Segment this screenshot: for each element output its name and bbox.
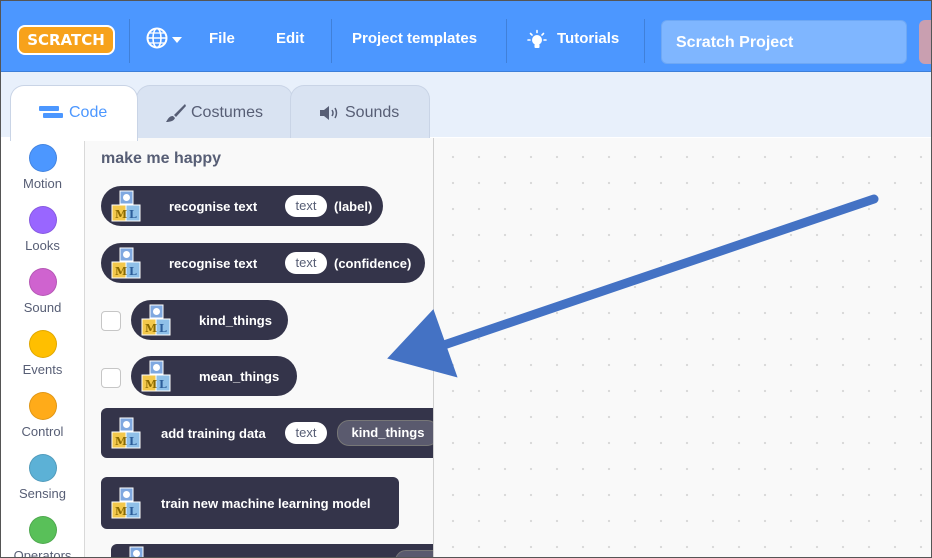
code-blocks-icon xyxy=(39,106,63,118)
tab-sounds[interactable]: Sounds xyxy=(290,85,430,139)
text-input-slot[interactable]: text xyxy=(285,252,327,274)
category-looks[interactable]: Looks xyxy=(1,206,84,253)
category-label: Looks xyxy=(25,238,60,253)
globe-icon[interactable] xyxy=(146,27,168,49)
kind-things-dropdown[interactable]: kind_things xyxy=(337,420,433,446)
blocks-palette: make me happy M L recognise text text (l… xyxy=(85,138,434,557)
recognise-text-label-block[interactable]: M L recognise text text (label) xyxy=(101,186,383,226)
category-motion[interactable]: Motion xyxy=(1,144,84,191)
category-sensing[interactable]: Sensing xyxy=(1,454,84,501)
block-suffix: (label) xyxy=(334,199,373,214)
operators-color-dot xyxy=(28,516,57,544)
events-color-dot xyxy=(28,330,57,358)
block-text: recognise text xyxy=(169,199,258,214)
input-slot[interactable] xyxy=(395,550,433,557)
looks-color-dot xyxy=(28,206,57,234)
tab-costumes-label: Costumes xyxy=(191,104,264,121)
menu-divider xyxy=(644,19,645,63)
block-text: add training data xyxy=(161,426,266,441)
ml-extension-icon: M L xyxy=(111,487,141,519)
speaker-icon xyxy=(320,106,338,120)
script-area[interactable] xyxy=(434,138,931,557)
tab-code[interactable]: Code xyxy=(10,85,138,141)
svg-text:L: L xyxy=(129,265,137,278)
block-text: train new machine learning model xyxy=(161,496,371,511)
add-training-data-block[interactable]: M L add training data text kind_things xyxy=(101,408,433,458)
menu-divider xyxy=(331,19,332,63)
text-input-slot[interactable]: text xyxy=(285,422,327,444)
tab-sounds-label: Sounds xyxy=(345,104,400,121)
recognise-text-confidence-block[interactable]: M L recognise text text (confidence) xyxy=(101,243,425,283)
block-suffix: (confidence) xyxy=(334,256,412,271)
category-label: Control xyxy=(21,424,64,439)
menu-divider xyxy=(129,19,130,63)
lightbulb-icon xyxy=(527,29,547,48)
category-control[interactable]: Control xyxy=(1,392,84,439)
svg-text:L: L xyxy=(129,435,137,448)
train-model-block[interactable]: M L train new machine learning model xyxy=(101,477,399,529)
menu-bar: SCRATCH File Edit Project templates Tuto… xyxy=(1,1,931,72)
ml-extension-icon: M L xyxy=(141,360,171,392)
sensing-color-dot xyxy=(28,454,57,482)
svg-text:M: M xyxy=(115,505,127,518)
block-text: kind_things xyxy=(199,313,272,328)
mean-things-reporter[interactable]: M L mean_things xyxy=(131,356,297,396)
extension-heading: make me happy xyxy=(101,150,222,167)
svg-text:L: L xyxy=(159,378,167,391)
ml-extension-icon: M L xyxy=(141,304,171,336)
ml-extension-icon: M L xyxy=(111,417,141,449)
menu-divider xyxy=(506,19,507,63)
svg-text:M: M xyxy=(115,435,127,448)
category-events[interactable]: Events xyxy=(1,330,84,377)
svg-text:M: M xyxy=(145,322,157,335)
category-operators[interactable]: Operators xyxy=(1,516,84,558)
scratch-editor: SCRATCH File Edit Project templates Tuto… xyxy=(0,0,932,558)
tab-costumes[interactable]: Costumes xyxy=(136,85,293,139)
kind-things-reporter[interactable]: M L kind_things xyxy=(131,300,288,340)
svg-text:L: L xyxy=(129,505,137,518)
category-label: Motion xyxy=(22,176,63,191)
category-label: Events xyxy=(22,362,63,377)
category-sound[interactable]: Sound xyxy=(1,268,84,315)
ml-extension-icon: M L xyxy=(111,247,141,279)
svg-text:L: L xyxy=(159,322,167,335)
category-menu: Motion Looks Sound Events Control Sensin… xyxy=(1,138,85,558)
partial-block[interactable] xyxy=(111,544,433,557)
mean-things-checkbox[interactable] xyxy=(101,368,121,388)
block-text: recognise text xyxy=(169,256,258,271)
control-color-dot xyxy=(28,392,57,420)
paintbrush-icon xyxy=(166,104,186,122)
edit-menu[interactable]: Edit xyxy=(276,25,304,53)
motion-color-dot xyxy=(28,144,57,172)
project-templates-menu[interactable]: Project templates xyxy=(352,25,477,53)
file-menu[interactable]: File xyxy=(209,25,235,53)
chevron-down-icon[interactable] xyxy=(172,37,182,43)
svg-text:L: L xyxy=(129,208,137,221)
ml-extension-icon: M L xyxy=(111,190,141,222)
sound-color-dot xyxy=(28,268,57,296)
share-button[interactable] xyxy=(919,20,931,64)
scratch-logo[interactable]: SCRATCH xyxy=(17,25,115,55)
kind-things-checkbox[interactable] xyxy=(101,311,121,331)
svg-text:M: M xyxy=(145,378,157,391)
ml-extension-icon xyxy=(129,546,144,557)
tutorials-menu[interactable]: Tutorials xyxy=(557,25,619,53)
category-label: Sound xyxy=(23,300,62,315)
text-input-slot[interactable]: text xyxy=(285,195,327,217)
block-text: mean_things xyxy=(199,369,280,384)
category-label: Operators xyxy=(13,548,72,558)
project-title-input[interactable]: Scratch Project xyxy=(661,20,907,64)
svg-text:M: M xyxy=(115,265,127,278)
category-label: Sensing xyxy=(19,486,66,501)
svg-text:M: M xyxy=(115,208,127,221)
tab-code-label: Code xyxy=(69,104,108,121)
